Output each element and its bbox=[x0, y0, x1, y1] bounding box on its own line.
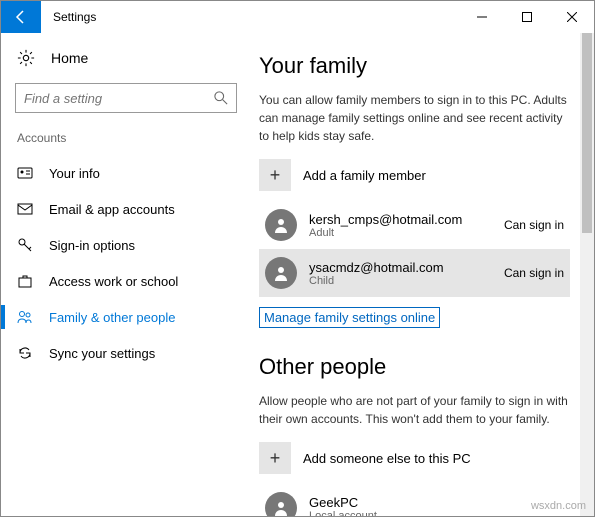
nav-your-info[interactable]: Your info bbox=[1, 155, 251, 191]
maximize-button[interactable] bbox=[504, 1, 549, 33]
nav-label: Your info bbox=[49, 166, 100, 181]
watermark: wsxdn.com bbox=[531, 500, 586, 512]
family-heading: Your family bbox=[259, 53, 570, 79]
maximize-icon bbox=[522, 12, 532, 22]
member-role: Child bbox=[309, 275, 492, 287]
avatar-icon bbox=[265, 492, 297, 516]
add-other-label: Add someone else to this PC bbox=[303, 451, 471, 466]
gear-icon bbox=[17, 49, 35, 67]
member-status: Can sign in bbox=[504, 266, 564, 280]
search-input[interactable] bbox=[24, 91, 214, 106]
key-icon bbox=[17, 237, 33, 253]
nav-label: Sign-in options bbox=[49, 238, 135, 253]
content-pane: Your family You can allow family members… bbox=[251, 33, 594, 516]
family-member-row[interactable]: kersh_cmps@hotmail.com Adult Can sign in bbox=[259, 201, 570, 249]
minimize-button[interactable] bbox=[459, 1, 504, 33]
user-type: Local account bbox=[309, 510, 564, 517]
nav-work-school[interactable]: Access work or school bbox=[1, 263, 251, 299]
family-description: You can allow family members to sign in … bbox=[259, 91, 570, 145]
add-family-label: Add a family member bbox=[303, 168, 426, 183]
family-member-row[interactable]: ysacmdz@hotmail.com Child Can sign in bbox=[259, 249, 570, 297]
scroll-thumb[interactable] bbox=[582, 33, 592, 233]
member-status: Can sign in bbox=[504, 218, 564, 232]
nav-label: Sync your settings bbox=[49, 346, 155, 361]
other-user-row[interactable]: GeekPC Local account bbox=[259, 484, 570, 516]
nav-sync-settings[interactable]: Sync your settings bbox=[1, 335, 251, 371]
back-button[interactable] bbox=[1, 1, 41, 33]
sync-icon bbox=[17, 345, 33, 361]
plus-icon: + bbox=[259, 159, 291, 191]
add-family-member[interactable]: + Add a family member bbox=[259, 159, 570, 191]
sidebar: Home Accounts Your info Email & app acco… bbox=[1, 33, 251, 516]
other-description: Allow people who are not part of your fa… bbox=[259, 392, 570, 428]
search-icon bbox=[214, 91, 228, 105]
close-button[interactable] bbox=[549, 1, 594, 33]
manage-family-link[interactable]: Manage family settings online bbox=[259, 307, 440, 328]
user-name: GeekPC bbox=[309, 495, 564, 510]
home-label: Home bbox=[51, 50, 88, 66]
nav-signin-options[interactable]: Sign-in options bbox=[1, 227, 251, 263]
avatar-icon bbox=[265, 209, 297, 241]
nav-label: Email & app accounts bbox=[49, 202, 175, 217]
nav-label: Family & other people bbox=[49, 310, 175, 325]
member-email: ysacmdz@hotmail.com bbox=[309, 260, 492, 275]
people-icon bbox=[17, 309, 33, 325]
id-card-icon bbox=[17, 165, 33, 181]
member-email: kersh_cmps@hotmail.com bbox=[309, 212, 492, 227]
section-header: Accounts bbox=[1, 125, 251, 155]
search-box[interactable] bbox=[15, 83, 237, 113]
mail-icon bbox=[17, 201, 33, 217]
home-button[interactable]: Home bbox=[1, 41, 251, 75]
avatar-icon bbox=[265, 257, 297, 289]
briefcase-icon bbox=[17, 273, 33, 289]
nav-email-accounts[interactable]: Email & app accounts bbox=[1, 191, 251, 227]
scrollbar[interactable] bbox=[580, 33, 594, 516]
plus-icon: + bbox=[259, 442, 291, 474]
nav-family-people[interactable]: Family & other people bbox=[1, 299, 251, 335]
close-icon bbox=[567, 12, 577, 22]
arrow-left-icon bbox=[13, 9, 29, 25]
app-title: Settings bbox=[53, 10, 459, 24]
member-role: Adult bbox=[309, 227, 492, 239]
other-heading: Other people bbox=[259, 354, 570, 380]
minimize-icon bbox=[477, 12, 487, 22]
nav-label: Access work or school bbox=[49, 274, 178, 289]
add-other-user[interactable]: + Add someone else to this PC bbox=[259, 442, 570, 474]
